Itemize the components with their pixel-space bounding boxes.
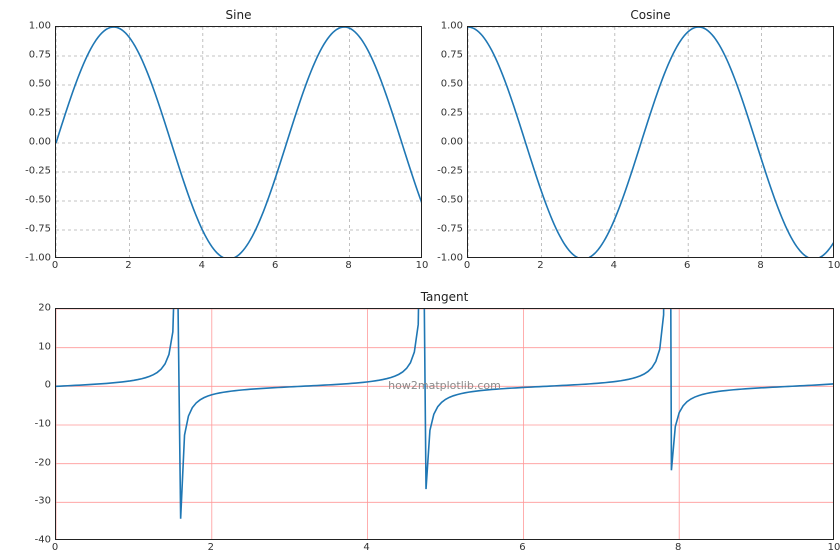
ytick: 0.00: [441, 137, 463, 148]
svg-cosine: [468, 27, 834, 258]
ytick: -0.75: [437, 224, 463, 235]
ytick: 0.75: [29, 50, 51, 61]
xtick: 6: [519, 542, 525, 553]
ytick: 0.25: [29, 108, 51, 119]
xtick: 2: [125, 260, 131, 271]
ytick: -0.25: [25, 166, 51, 177]
ytick: 1.00: [29, 21, 51, 32]
series-sine: [56, 27, 422, 258]
ytick: -30: [35, 496, 51, 507]
xtick: 10: [416, 260, 429, 271]
ytick: -0.50: [437, 195, 463, 206]
axes-tangent: Tangent how2matplotlib.com -40 -30 -20 -…: [55, 308, 834, 540]
ytick: 0.00: [29, 137, 51, 148]
ytick: 10: [38, 341, 51, 352]
plot-area-tangent: how2matplotlib.com: [55, 308, 834, 540]
grid-cosine: [468, 27, 834, 258]
ytick: 1.00: [441, 21, 463, 32]
figure: Sine -1.00 -0.75 -0.50 -0.25 0.00: [0, 0, 840, 560]
ytick: 0.50: [441, 79, 463, 90]
xtick: 4: [611, 260, 617, 271]
ytick: 0.75: [441, 50, 463, 61]
xtick: 8: [675, 542, 681, 553]
ytick: -0.75: [25, 224, 51, 235]
ytick: 0: [45, 380, 51, 391]
title-tangent: Tangent: [55, 290, 834, 304]
title-cosine: Cosine: [467, 8, 834, 22]
ytick: -40: [35, 535, 51, 546]
xtick: 8: [345, 260, 351, 271]
ytick: -20: [35, 457, 51, 468]
axes-cosine: Cosine -1.00 -0.75 -0.50 -0.25 0.00 0: [467, 26, 834, 258]
ytick: -1.00: [437, 253, 463, 264]
xtick: 10: [828, 260, 840, 271]
plot-area-sine: [55, 26, 422, 258]
axes-sine: Sine -1.00 -0.75 -0.50 -0.25 0.00: [55, 26, 422, 258]
svg-tangent: [56, 309, 834, 540]
xtick: 4: [199, 260, 205, 271]
xtick: 0: [52, 260, 58, 271]
grid-tangent: [56, 309, 834, 540]
plot-area-cosine: [467, 26, 834, 258]
xtick: 0: [52, 542, 58, 553]
ytick: 0.50: [29, 79, 51, 90]
svg-sine: [56, 27, 422, 258]
grid-sine: [56, 27, 422, 258]
xtick: 0: [464, 260, 470, 271]
ytick: 0.25: [441, 108, 463, 119]
ytick: -10: [35, 419, 51, 430]
xtick: 2: [537, 260, 543, 271]
title-sine: Sine: [55, 8, 422, 22]
ytick: -0.50: [25, 195, 51, 206]
xtick: 4: [363, 542, 369, 553]
xtick: 8: [757, 260, 763, 271]
xtick: 10: [828, 542, 840, 553]
ytick: -1.00: [25, 253, 51, 264]
xtick: 2: [208, 542, 214, 553]
ytick: -0.25: [437, 166, 463, 177]
ytick: 20: [38, 303, 51, 314]
series-tangent: [56, 309, 834, 519]
xtick: 6: [272, 260, 278, 271]
series-cosine: [468, 27, 834, 258]
xtick: 6: [684, 260, 690, 271]
